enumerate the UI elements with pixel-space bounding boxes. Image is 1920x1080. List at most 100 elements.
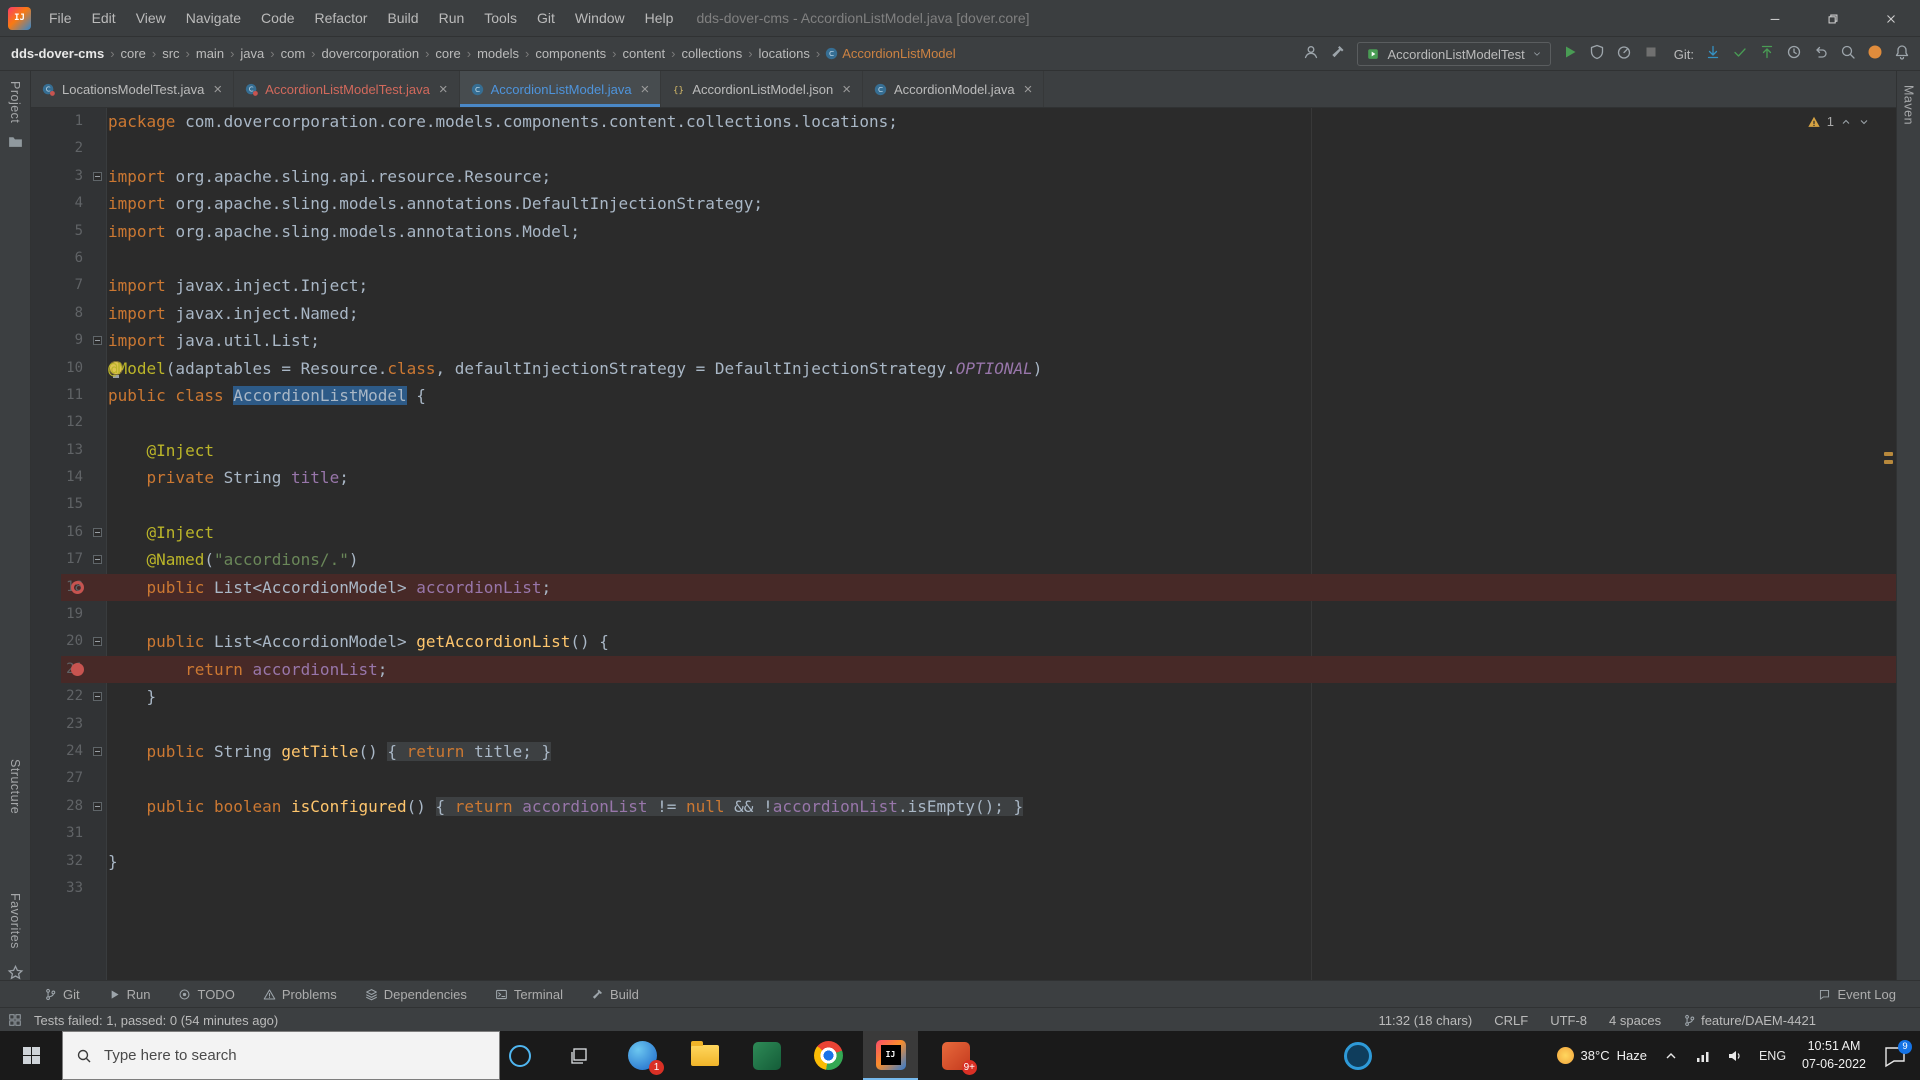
breadcrumb-item[interactable]: src	[161, 46, 180, 61]
menu-code[interactable]: Code	[251, 0, 304, 37]
menu-help[interactable]: Help	[635, 0, 684, 37]
minimize-button[interactable]	[1746, 0, 1804, 37]
breadcrumb-item[interactable]: content	[622, 46, 667, 61]
breadcrumb-item[interactable]: collections	[681, 46, 744, 61]
fold-marker-icon[interactable]	[93, 801, 102, 811]
navbar-hammer-button[interactable]	[1330, 44, 1346, 65]
menu-window[interactable]: Window	[565, 0, 635, 37]
line-number[interactable]: 22	[31, 683, 83, 710]
breadcrumb-item[interactable]: locations	[758, 46, 811, 61]
menu-run[interactable]: Run	[429, 0, 475, 37]
breadcrumb-current-class[interactable]: AccordionListModel	[842, 46, 955, 61]
line-number[interactable]: 4	[31, 190, 83, 217]
breadcrumb-item[interactable]: java	[239, 46, 265, 61]
menu-navigate[interactable]: Navigate	[176, 0, 251, 37]
status-message[interactable]: Tests failed: 1, passed: 0 (54 minutes a…	[34, 1013, 278, 1028]
fold-marker-icon[interactable]	[93, 171, 102, 181]
status-item[interactable]: CRLF	[1494, 1013, 1528, 1028]
menu-build[interactable]: Build	[377, 0, 428, 37]
git-branch-widget[interactable]: feature/DAEM-4421	[1683, 1013, 1816, 1028]
line-number[interactable]: 3	[31, 163, 83, 190]
tool-window-button-terminal[interactable]: Terminal	[495, 987, 563, 1002]
line-number[interactable]: 13	[31, 437, 83, 464]
tool-window-button-build[interactable]: Build	[591, 987, 639, 1002]
breadcrumb-item[interactable]: components	[534, 46, 607, 61]
profiler-button[interactable]	[1616, 44, 1632, 65]
line-number[interactable]: 33	[31, 875, 83, 902]
error-stripe-mark[interactable]	[1884, 452, 1893, 456]
tool-window-button-git[interactable]: Git	[44, 987, 80, 1002]
taskbar-app-chrome[interactable]	[801, 1031, 856, 1080]
vcs-update-button[interactable]	[1705, 44, 1721, 65]
line-number[interactable]: 20	[31, 628, 83, 655]
inspection-widget[interactable]: 1	[1807, 114, 1870, 129]
tray-expand-icon[interactable]	[1663, 1048, 1679, 1064]
breadcrumb-item[interactable]: core	[434, 46, 461, 61]
vcs-history-button[interactable]	[1786, 44, 1802, 65]
tool-window-button-todo[interactable]: TODO	[178, 987, 235, 1002]
menu-refactor[interactable]: Refactor	[305, 0, 378, 37]
line-number[interactable]: 7	[31, 272, 83, 299]
line-number[interactable]: 11	[31, 382, 83, 409]
line-number[interactable]: 23	[31, 711, 83, 738]
tool-window-button-problems[interactable]: Problems	[263, 987, 337, 1002]
menu-view[interactable]: View	[126, 0, 176, 37]
tool-button-structure[interactable]: Structure	[8, 759, 22, 814]
tab-close-icon[interactable]: ×	[1024, 81, 1033, 98]
menu-tools[interactable]: Tools	[474, 0, 527, 37]
line-number[interactable]: 1	[31, 108, 83, 135]
tab-close-icon[interactable]: ×	[439, 81, 448, 98]
plugin-button[interactable]	[1867, 44, 1883, 65]
menu-edit[interactable]: Edit	[82, 0, 126, 37]
line-number[interactable]: 8	[31, 300, 83, 327]
breadcrumb-item[interactable]: dds-dover-cms	[10, 46, 105, 61]
folder-icon[interactable]	[7, 133, 24, 150]
line-number[interactable]: 5	[31, 218, 83, 245]
tool-window-switcher-icon[interactable]	[8, 1013, 22, 1027]
task-view-button[interactable]	[557, 1031, 601, 1080]
fold-marker-icon[interactable]	[93, 527, 102, 537]
line-number[interactable]: 24	[31, 738, 83, 765]
line-number[interactable]: 6	[31, 245, 83, 272]
fold-marker-icon[interactable]	[93, 555, 102, 565]
line-number[interactable]: 16	[31, 519, 83, 546]
cortana-button[interactable]	[498, 1031, 542, 1080]
line-number[interactable]: 14	[31, 464, 83, 491]
tab-close-icon[interactable]: ×	[213, 81, 222, 98]
fold-marker-icon[interactable]	[93, 336, 102, 346]
breadcrumb-item[interactable]: core	[120, 46, 147, 61]
restore-button[interactable]	[1804, 0, 1862, 37]
error-stripe-mark[interactable]	[1884, 460, 1893, 464]
line-number[interactable]: 17	[31, 546, 83, 573]
tab-LocationsModelTest.java[interactable]: C LocationsModelTest.java ×	[31, 71, 235, 107]
tab-AccordionListModel.java[interactable]: C AccordionListModel.java ×	[459, 71, 662, 107]
vcs-push-button[interactable]	[1759, 44, 1775, 65]
breadcrumb-item[interactable]: models	[476, 46, 520, 61]
editor[interactable]: 1 package com.dovercorporation.core.model…	[31, 108, 1896, 980]
status-item[interactable]: UTF-8	[1550, 1013, 1587, 1028]
star-icon[interactable]	[7, 964, 24, 981]
line-number[interactable]: 27	[31, 765, 83, 792]
vcs-commit-button[interactable]	[1732, 44, 1748, 65]
tab-AccordionListModel.json[interactable]: {} AccordionListModel.json ×	[661, 71, 863, 107]
tool-window-button-run[interactable]: Run	[108, 987, 150, 1002]
line-number[interactable]: 28	[31, 793, 83, 820]
navbar-user-button[interactable]	[1303, 44, 1319, 65]
menu-file[interactable]: File	[39, 0, 82, 37]
line-number[interactable]: 15	[31, 491, 83, 518]
tab-AccordionListModelTest.java[interactable]: C AccordionListModelTest.java ×	[234, 71, 460, 107]
chevron-up-icon[interactable]	[1840, 116, 1852, 128]
close-button[interactable]	[1862, 0, 1920, 37]
menu-git[interactable]: Git	[527, 0, 565, 37]
taskbar-app-blue-ring-app[interactable]	[1330, 1031, 1385, 1080]
notification-center-button[interactable]: 9	[1882, 1039, 1912, 1069]
line-number[interactable]: 10	[31, 355, 83, 382]
breadcrumb-item[interactable]: dovercorporation	[321, 46, 421, 61]
language-indicator[interactable]: ENG	[1759, 1049, 1786, 1063]
breadcrumb-item[interactable]: com	[280, 46, 307, 61]
line-number[interactable]: 31	[31, 820, 83, 847]
breakpoint-icon[interactable]	[71, 662, 84, 676]
run-configuration-select[interactable]: AccordionListModelTest	[1357, 42, 1551, 66]
tab-close-icon[interactable]: ×	[641, 81, 650, 98]
taskbar-search[interactable]: Type here to search	[62, 1031, 500, 1080]
